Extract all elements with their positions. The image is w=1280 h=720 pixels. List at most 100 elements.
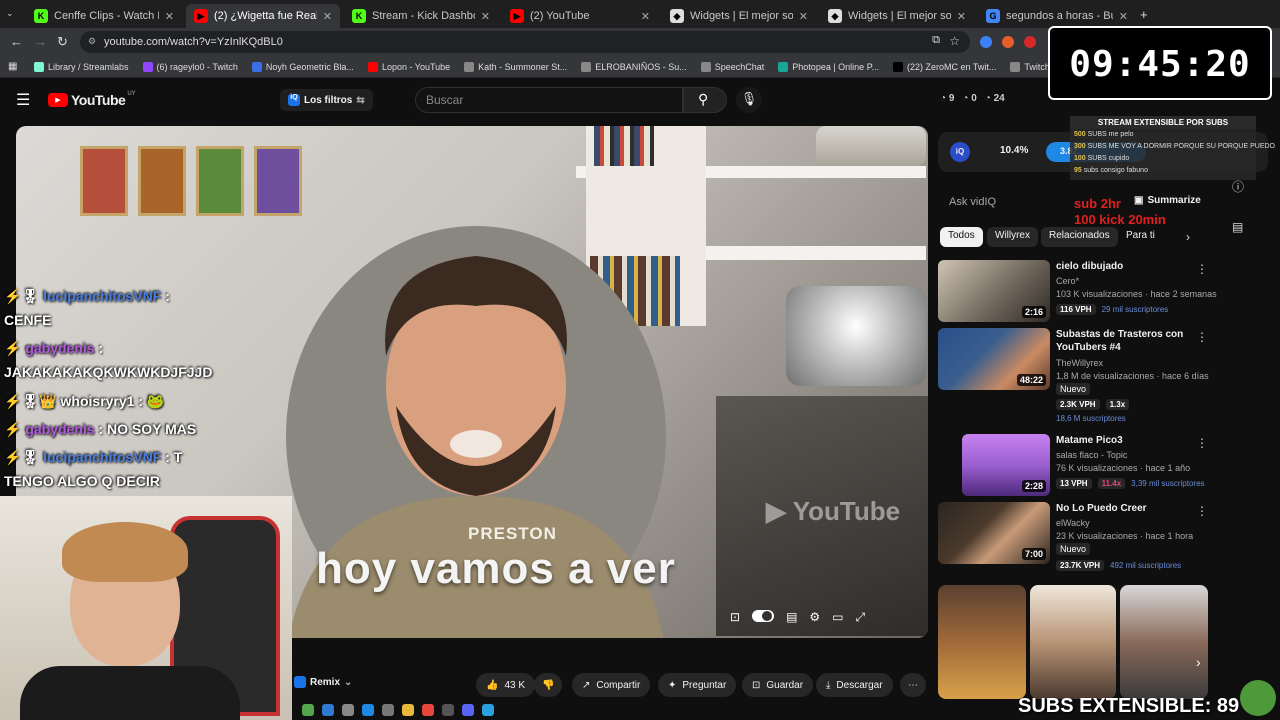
chat-emote-icon: 🐸 bbox=[143, 393, 165, 409]
bookmark-item[interactable]: SpeechChat bbox=[700, 61, 764, 72]
bookmark-star-icon[interactable]: ☆ bbox=[949, 34, 960, 48]
more-options-icon[interactable]: ⋮ bbox=[1196, 262, 1208, 276]
bookmark-item[interactable]: (6) rageylo0 - Twitch bbox=[142, 61, 238, 72]
remix-button[interactable]: Remix ⌄ bbox=[294, 676, 352, 688]
tab-close-icon[interactable]: ✕ bbox=[159, 10, 174, 23]
recommendation-item[interactable]: 2:28 Matame Pico3 salas flaco - Topic 76… bbox=[938, 434, 1238, 498]
more-options-icon[interactable]: ⋮ bbox=[1196, 504, 1208, 518]
miniplayer-icon[interactable]: ▭ bbox=[832, 610, 843, 625]
bookmark-item[interactable]: Noyh Geometric Bla... bbox=[251, 61, 354, 72]
more-options-icon[interactable]: ⋮ bbox=[1196, 330, 1208, 344]
install-icon[interactable]: ⧉ bbox=[932, 34, 940, 47]
chip-todos[interactable]: Todos bbox=[940, 227, 983, 247]
settings-icon[interactable]: ⚙ bbox=[809, 610, 820, 625]
fullscreen-icon[interactable]: ⤢ bbox=[856, 610, 866, 625]
dislike-button[interactable]: 👎 bbox=[534, 673, 563, 697]
taskbar-app-icon[interactable] bbox=[482, 704, 494, 716]
bookmark-item[interactable]: Photopea | Online P... bbox=[778, 61, 880, 72]
share-button[interactable]: ↗ Compartir bbox=[572, 673, 651, 697]
like-button[interactable]: 👍 43 K bbox=[476, 673, 536, 697]
bookmark-item[interactable]: ELROBANIÑOS - Su... bbox=[581, 61, 687, 72]
chips-next-icon[interactable]: › bbox=[1186, 230, 1190, 244]
ask-button[interactable]: ✦ Preguntar bbox=[658, 673, 737, 697]
autoplay-toggle[interactable] bbox=[752, 610, 775, 622]
bookmark-item[interactable]: Kạth - Summoner St... bbox=[464, 61, 567, 72]
video-thumbnail[interactable]: 2:16 bbox=[938, 260, 1050, 322]
youtube-logo[interactable]: ▶ YouTube UY bbox=[48, 91, 136, 108]
taskbar-app-icon[interactable] bbox=[302, 704, 314, 716]
chip-para-ti[interactable]: Para ti bbox=[1118, 227, 1163, 247]
save-button[interactable]: ⊡ Guardar bbox=[742, 673, 814, 697]
tab-close-icon[interactable]: ✕ bbox=[1113, 10, 1128, 23]
taskbar-app-icon[interactable] bbox=[462, 704, 474, 716]
taskbar-app-icon[interactable] bbox=[442, 704, 454, 716]
channel-name[interactable]: salas flaco - Topic bbox=[1056, 450, 1127, 460]
chip-willyrex[interactable]: Willyrex bbox=[987, 227, 1038, 247]
tab-close-icon[interactable]: ✕ bbox=[793, 10, 808, 23]
filters-button[interactable]: iQ Los filtros ⇆ bbox=[280, 89, 373, 111]
shorts-next-icon[interactable]: › bbox=[1196, 654, 1201, 670]
taskbar-app-icon[interactable] bbox=[322, 704, 334, 716]
browser-tab[interactable]: ▶ (2) ¿Wigetta fue Real? - YouTub✕ bbox=[186, 4, 340, 28]
bookmark-label: ELROBANIÑOS - Su... bbox=[595, 61, 687, 72]
bookmark-item[interactable]: Twitch bbox=[1010, 61, 1050, 72]
browser-tab[interactable]: K Cenffe Clips - Watch Live on Ki✕ bbox=[26, 4, 182, 28]
taskbar-app-icon[interactable] bbox=[342, 704, 354, 716]
bookmark-label: Photopea | Online P... bbox=[792, 61, 880, 72]
comments-icon[interactable]: ▤ bbox=[1232, 220, 1243, 234]
reload-icon[interactable]: ↻ bbox=[57, 34, 68, 50]
site-info-icon[interactable]: ⚙ bbox=[88, 36, 96, 47]
forward-icon[interactable]: → bbox=[34, 34, 47, 49]
info-icon[interactable]: ⓘ bbox=[1232, 178, 1244, 195]
shorts-thumbnail[interactable] bbox=[1030, 585, 1116, 699]
menu-icon[interactable]: ☰ bbox=[16, 90, 30, 110]
new-tab-icon[interactable]: + bbox=[1140, 7, 1148, 22]
video-thumbnail[interactable]: 7:00 bbox=[938, 502, 1050, 564]
extension-icon[interactable] bbox=[980, 36, 992, 48]
chat-username: gabydenis bbox=[25, 421, 95, 437]
bookmark-item[interactable]: Library / Streamlabs bbox=[34, 61, 129, 72]
subtitles-icon[interactable]: ▤ bbox=[786, 610, 797, 625]
taskbar-app-icon[interactable] bbox=[422, 704, 434, 716]
tab-close-icon[interactable]: ✕ bbox=[475, 10, 490, 23]
bookmark-item[interactable]: Lopon - YouTube bbox=[367, 61, 450, 72]
taskbar-app-icon[interactable] bbox=[402, 704, 414, 716]
tab-close-icon[interactable]: ✕ bbox=[317, 10, 332, 23]
channel-name[interactable]: Cero* bbox=[1056, 276, 1079, 286]
extension-icon[interactable] bbox=[1002, 36, 1014, 48]
extension-icons[interactable] bbox=[980, 36, 1036, 48]
tab-close-icon[interactable]: ✕ bbox=[951, 10, 966, 23]
more-actions-button[interactable]: ⋯ bbox=[900, 673, 926, 697]
recommendation-item[interactable]: 2:16 cielo dibujado Cero* 103 K visualiz… bbox=[938, 260, 1238, 324]
back-icon[interactable]: ← bbox=[10, 34, 23, 49]
taskbar-app-icon[interactable] bbox=[382, 704, 394, 716]
tab-close-icon[interactable]: ✕ bbox=[635, 10, 650, 23]
extension-icon[interactable] bbox=[1024, 36, 1036, 48]
browser-tab[interactable]: ◆ Widgets | El mejor software pa✕ bbox=[662, 4, 816, 28]
browser-tab[interactable]: ◆ Widgets | El mejor software pa✕ bbox=[820, 4, 974, 28]
address-bar[interactable]: ⚙ youtube.com/watch?v=YzInlKQdBL0 ☆ ⧉ bbox=[80, 31, 970, 53]
recommendation-item[interactable]: 48:22 Subastas de Trasteros con YouTuber… bbox=[938, 328, 1238, 426]
chip-relacionados[interactable]: Relacionados bbox=[1041, 227, 1118, 247]
bookmark-item[interactable]: (22) ZeroMC en Twit... bbox=[893, 61, 996, 72]
channel-name[interactable]: elWacky bbox=[1056, 518, 1090, 528]
apps-grid-icon[interactable]: ▦ bbox=[8, 61, 17, 72]
browser-tab[interactable]: ▶ (2) YouTube ✕ bbox=[502, 4, 658, 28]
vidiq-player-icon[interactable]: ⊡ bbox=[730, 610, 740, 625]
taskbar-app-icon[interactable] bbox=[362, 704, 374, 716]
ask-vidiq-input[interactable]: Ask vidIQ bbox=[949, 196, 996, 208]
search-button[interactable]: ⚲ bbox=[683, 87, 727, 113]
browser-tab[interactable]: K Stream - Kick Dashboard✕ bbox=[344, 4, 498, 28]
recommendation-item[interactable]: 7:00 No Lo Puedo Creer elWacky 23 K visu… bbox=[938, 502, 1238, 574]
channel-name[interactable]: TheWillyrex bbox=[1056, 358, 1103, 368]
shorts-thumbnail[interactable] bbox=[938, 585, 1026, 699]
search-input[interactable]: Buscar bbox=[415, 87, 683, 113]
shorts-thumbnail[interactable] bbox=[1120, 585, 1208, 699]
video-thumbnail[interactable]: 48:22 bbox=[938, 328, 1050, 390]
voice-search-button[interactable]: 🎙 bbox=[736, 87, 762, 113]
browser-tab[interactable]: Gsegundos a horas - Buscar con✕ bbox=[978, 4, 1136, 28]
tab-search-icon[interactable]: ⌄ bbox=[6, 8, 20, 20]
download-button[interactable]: ⤓ Descargar bbox=[816, 673, 893, 697]
video-thumbnail[interactable]: 2:28 bbox=[962, 434, 1050, 496]
more-options-icon[interactable]: ⋮ bbox=[1196, 436, 1208, 450]
